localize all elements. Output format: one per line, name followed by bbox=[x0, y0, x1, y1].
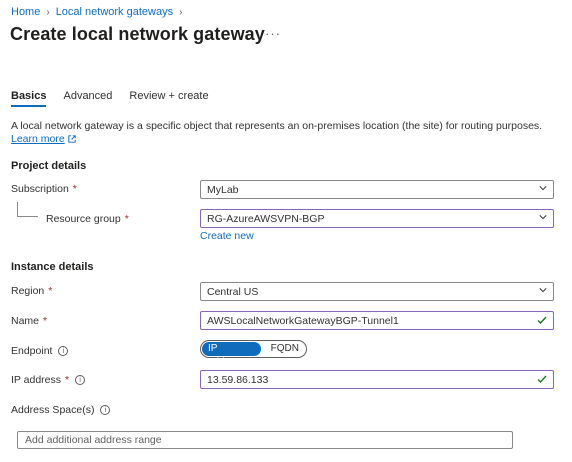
create-new-resource-group-link[interactable]: Create new bbox=[200, 230, 254, 242]
chevron-down-icon bbox=[539, 215, 547, 220]
endpoint-toggle: IP address FQDN bbox=[200, 340, 307, 368]
page-description: A local network gateway is a specific ob… bbox=[11, 120, 556, 146]
learn-more-link[interactable]: Learn more bbox=[11, 133, 65, 145]
ip-address-label: IP address * i bbox=[11, 374, 86, 386]
region-label: Region * bbox=[11, 285, 53, 297]
breadcrumb-separator-icon: › bbox=[179, 6, 183, 18]
checkmark-icon bbox=[537, 316, 547, 324]
name-input[interactable]: AWSLocalNetworkGatewayBGP-Tunnel1 bbox=[200, 311, 554, 330]
breadcrumb-local-network-gateways[interactable]: Local network gateways bbox=[56, 6, 173, 18]
resource-group-tree-connector bbox=[17, 202, 38, 217]
breadcrumb-home[interactable]: Home bbox=[11, 6, 40, 18]
breadcrumb-separator-icon: › bbox=[46, 6, 50, 18]
address-space-label: Address Space(s) i bbox=[11, 404, 111, 416]
info-icon[interactable]: i bbox=[75, 375, 86, 385]
tab-review-create[interactable]: Review + create bbox=[129, 90, 208, 107]
tab-basics[interactable]: Basics bbox=[11, 90, 47, 107]
page-title: Create local network gateway bbox=[10, 24, 265, 44]
address-range-input[interactable]: Add additional address range bbox=[17, 431, 513, 449]
instance-details-heading: Instance details bbox=[11, 261, 94, 273]
name-label: Name * bbox=[11, 315, 48, 327]
tab-bar: Basics Advanced Review + create bbox=[11, 90, 226, 107]
resource-group-dropdown[interactable]: RG-AzureAWSVPN-BGP bbox=[200, 209, 554, 228]
resource-group-label: Resource group * bbox=[46, 213, 129, 225]
endpoint-option-ip-address[interactable]: IP address bbox=[202, 342, 261, 368]
external-link-icon bbox=[67, 135, 76, 143]
project-details-heading: Project details bbox=[11, 160, 87, 172]
subscription-label: Subscription * bbox=[11, 183, 77, 195]
region-dropdown[interactable]: Central US bbox=[200, 282, 554, 301]
description-text: A local network gateway is a specific ob… bbox=[11, 120, 543, 132]
checkmark-icon bbox=[537, 375, 547, 383]
chevron-down-icon bbox=[539, 288, 547, 293]
chevron-down-icon bbox=[539, 186, 547, 191]
info-icon[interactable]: i bbox=[100, 405, 111, 415]
breadcrumb: Home › Local network gateways › bbox=[11, 6, 188, 18]
tab-advanced[interactable]: Advanced bbox=[63, 90, 112, 107]
ip-address-input[interactable]: 13.59.86.133 bbox=[200, 370, 554, 389]
endpoint-label: Endpoint i bbox=[11, 345, 69, 357]
subscription-dropdown[interactable]: MyLab bbox=[200, 180, 554, 199]
info-icon[interactable]: i bbox=[58, 346, 69, 356]
more-options-button[interactable]: ··· bbox=[265, 26, 281, 41]
endpoint-option-fqdn[interactable]: FQDN bbox=[265, 342, 305, 356]
